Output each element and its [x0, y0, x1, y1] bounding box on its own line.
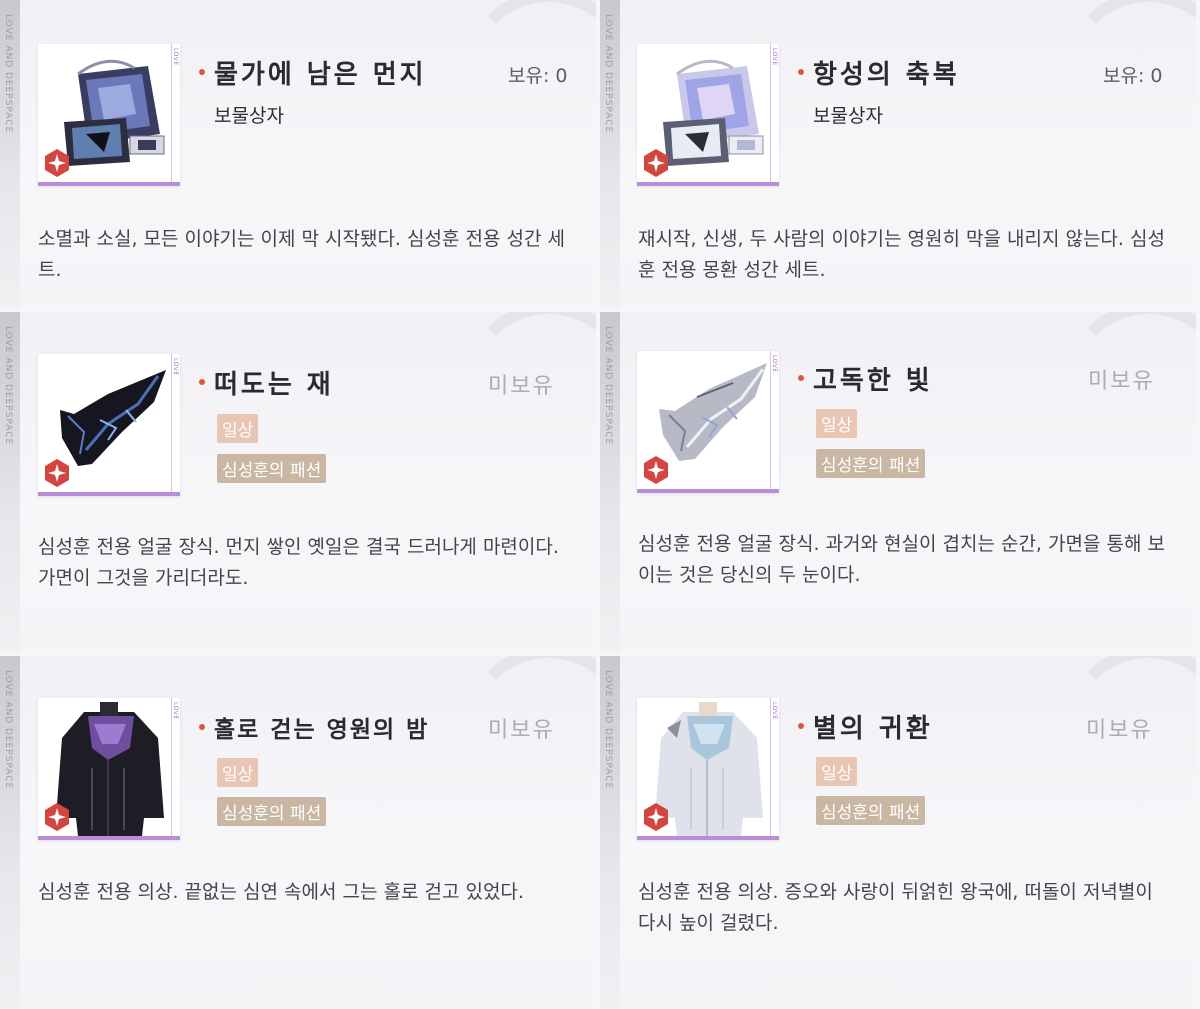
item-subtitle: 보물상자 — [813, 105, 883, 127]
brand-side-text: LOVE AND DEEPSPACE — [603, 326, 613, 446]
brand-side-text: LOVE AND DEEPSPACE — [3, 326, 13, 446]
item-title: 항성의 축복 — [813, 60, 960, 90]
item-thumbnail[interactable]: LOVE — [637, 44, 779, 186]
series-tag: 심성훈의 패션 — [217, 797, 327, 826]
title-dot — [199, 69, 205, 75]
rarity-tag: 일상 — [816, 409, 858, 438]
item-title: 고독한 빛 — [813, 366, 933, 396]
item-card[interactable]: LOVE AND DEEPSPACE LOVE 홀로 걷는 영원의 밤 미보유 … — [0, 656, 596, 1009]
brand-side-text: LOVE AND DEEPSPACE — [3, 14, 13, 134]
item-title: 별의 귀환 — [813, 714, 933, 744]
rarity-badge-icon — [644, 803, 668, 831]
not-owned-label: 미보유 — [488, 374, 555, 399]
item-thumbnail[interactable]: LOVE — [38, 354, 180, 496]
item-card[interactable]: LOVE AND DEEPSPACE LOVE 떠도는 재 미보유 일상 심성훈… — [0, 312, 596, 652]
rarity-badge-icon — [644, 149, 668, 177]
brand-side-text: LOVE AND DEEPSPACE — [603, 14, 613, 134]
rarity-badge-icon — [45, 459, 69, 487]
item-grid: LOVE AND DEEPSPACE LOVE 물가에 남은 먼지 보유: 0 … — [0, 0, 1200, 1009]
item-thumbnail[interactable]: LOVE — [637, 698, 779, 840]
item-title: 물가에 남은 먼지 — [214, 60, 427, 90]
brand-side-text: LOVE AND DEEPSPACE — [603, 670, 613, 790]
item-description: 심성훈 전용 의상. 끝없는 심연 속에서 그는 홀로 걷고 있었다. — [38, 881, 524, 903]
owned-count: 보유: 0 — [1103, 65, 1163, 87]
item-description: 재시작, 신생, 두 사람의 이야기는 영원히 막을 내리지 않는다. 심성훈 … — [638, 228, 1165, 281]
thumb-side-text: LOVE — [172, 702, 179, 720]
item-description: 심성훈 전용 의상. 증오와 사랑이 뒤얽힌 왕국에, 떠돌이 저녁별이 다시 … — [638, 881, 1153, 934]
item-card[interactable]: LOVE AND DEEPSPACE LOVE 별의 귀환 미보유 일상 심성훈… — [600, 656, 1196, 1009]
item-card[interactable]: LOVE AND DEEPSPACE LOVE 고독한 빛 미보유 일상 심성훈… — [600, 312, 1196, 652]
item-thumbnail[interactable]: LOVE — [637, 351, 779, 493]
not-owned-label: 미보유 — [1088, 369, 1155, 394]
rarity-badge-icon — [45, 149, 69, 177]
not-owned-label: 미보유 — [488, 718, 555, 743]
thumb-side-text: LOVE — [771, 355, 778, 373]
thumb-strip: LOVE — [770, 698, 779, 836]
item-description: 심성훈 전용 얼굴 장식. 과거와 현실이 겹치는 순간, 가면을 통해 보이는… — [638, 533, 1165, 586]
brand-side-text: LOVE AND DEEPSPACE — [3, 670, 13, 790]
thumb-strip: LOVE — [171, 698, 180, 836]
item-title: 홀로 걷는 영원의 밤 — [214, 717, 430, 743]
title-dot — [199, 379, 205, 385]
item-card[interactable]: LOVE AND DEEPSPACE LOVE 항성의 축복 보유: 0 보물상… — [600, 0, 1196, 308]
item-thumbnail[interactable]: LOVE — [38, 698, 180, 840]
rarity-tag: 일상 — [217, 758, 259, 787]
rarity-tag: 일상 — [816, 757, 858, 786]
title-dot — [199, 724, 205, 730]
title-dot — [798, 723, 804, 729]
title-dot — [798, 69, 804, 75]
item-description: 심성훈 전용 얼굴 장식. 먼지 쌓인 옛일은 결국 드러나게 마련이다. 가면… — [38, 536, 559, 589]
thumb-strip: LOVE — [770, 351, 779, 489]
rarity-badge-icon — [45, 803, 69, 831]
item-description: 소멸과 소실, 모든 이야기는 이제 막 시작됐다. 심성훈 전용 성간 세트. — [38, 228, 565, 281]
thumb-side-text: LOVE — [771, 702, 778, 720]
thumb-strip: LOVE — [171, 44, 180, 182]
rarity-badge-icon — [644, 456, 668, 484]
series-tag: 심성훈의 패션 — [816, 449, 926, 478]
thumb-side-text: LOVE — [172, 48, 179, 66]
item-title: 떠도는 재 — [214, 370, 334, 400]
rarity-tag: 일상 — [217, 414, 259, 443]
thumb-side-text: LOVE — [771, 48, 778, 66]
series-tag: 심성훈의 패션 — [217, 454, 327, 483]
item-subtitle: 보물상자 — [214, 105, 284, 127]
not-owned-label: 미보유 — [1086, 718, 1153, 743]
owned-count: 보유: 0 — [508, 65, 568, 87]
item-thumbnail[interactable]: LOVE — [38, 44, 180, 186]
thumb-strip: LOVE — [171, 354, 180, 492]
thumb-side-text: LOVE — [172, 358, 179, 376]
item-card[interactable]: LOVE AND DEEPSPACE LOVE 물가에 남은 먼지 보유: 0 … — [0, 0, 596, 308]
title-dot — [798, 375, 804, 381]
thumb-strip: LOVE — [770, 44, 779, 182]
series-tag: 심성훈의 패션 — [816, 796, 926, 825]
